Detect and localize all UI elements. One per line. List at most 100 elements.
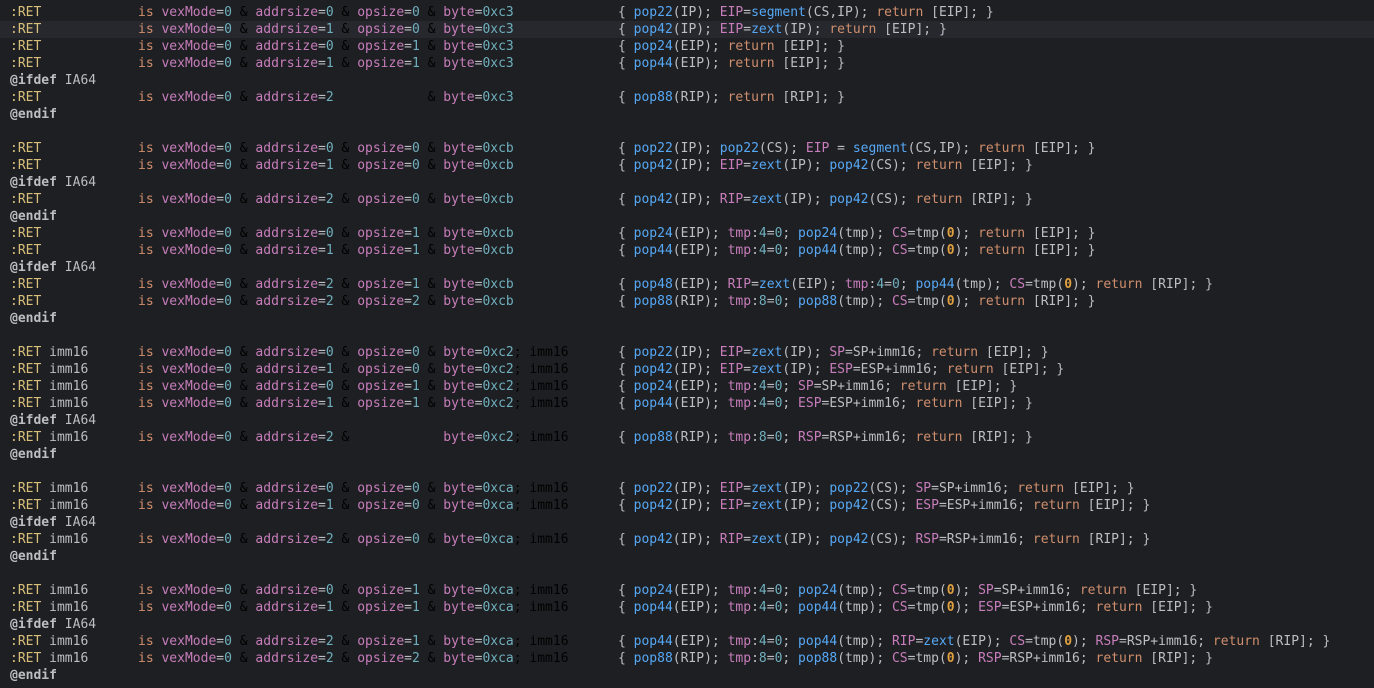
semantic-body: { pop88(RIP); return [RIP]; } xyxy=(618,90,846,105)
semantic-body: { pop42(IP); EIP=zext(IP); pop42(CS); re… xyxy=(618,158,1033,173)
code-line[interactable]: :RET is vexMode=0 & addrsize=2 & opsize=2… xyxy=(0,293,1374,310)
constructor-label: :RET xyxy=(10,158,42,173)
code-line[interactable]: :RET imm16 is vexMode=0 & addrsize=1 & op… xyxy=(0,599,1374,616)
semantic-body: { pop42(IP); EIP=zext(IP); return [EIP];… xyxy=(618,22,947,37)
code-line[interactable]: :RET imm16 is vexMode=0 & addrsize=0 & op… xyxy=(0,582,1374,599)
code-line[interactable]: :RET imm16 is vexMode=0 & addrsize=0 & op… xyxy=(0,344,1374,361)
code-line[interactable]: @endif xyxy=(0,667,1374,684)
blank-line[interactable] xyxy=(0,327,1374,344)
constructor-label: :RET xyxy=(10,277,42,292)
code-line[interactable]: :RET imm16 is vexMode=0 & addrsize=0 & op… xyxy=(0,378,1374,395)
code-line[interactable]: :RET imm16 is vexMode=0 & addrsize=0 & op… xyxy=(0,480,1374,497)
code-line[interactable]: @ifdef IA64 xyxy=(0,412,1374,429)
constructor-label: :RET imm16 xyxy=(10,600,89,615)
code-line[interactable]: :RET imm16 is vexMode=0 & addrsize=1 & op… xyxy=(0,395,1374,412)
code-line[interactable]: :RET is vexMode=0 & addrsize=0 & opsize=0… xyxy=(0,140,1374,157)
preprocessor-directive: @ifdef IA64 xyxy=(10,617,97,632)
constructor-label: :RET xyxy=(10,56,42,71)
code-line[interactable]: :RET is vexMode=0 & addrsize=1 & opsize=0… xyxy=(0,21,1374,38)
code-line[interactable]: :RET is vexMode=0 & addrsize=1 & opsize=1… xyxy=(0,55,1374,72)
code-line[interactable]: :RET is vexMode=0 & addrsize=0 & opsize=1… xyxy=(0,225,1374,242)
blank-line[interactable] xyxy=(0,565,1374,582)
code-line[interactable]: :RET imm16 is vexMode=0 & addrsize=1 & op… xyxy=(0,361,1374,378)
preprocessor-directive: @ifdef IA64 xyxy=(10,515,97,530)
constructor-label: :RET imm16 xyxy=(10,634,89,649)
semantic-body: { pop42(IP); EIP=zext(IP); pop42(CS); ES… xyxy=(618,498,1151,513)
semantic-body: { pop44(EIP); return [EIP]; } xyxy=(618,56,846,71)
constructor-label: :RET imm16 xyxy=(10,362,89,377)
code-line[interactable]: :RET imm16 is vexMode=0 & addrsize=2 & op… xyxy=(0,531,1374,548)
preprocessor-directive: @endif xyxy=(10,549,57,564)
code-line[interactable]: :RET imm16 is vexMode=0 & addrsize=2 & op… xyxy=(0,650,1374,667)
code-line[interactable]: @endif xyxy=(0,310,1374,327)
semantic-body: { pop22(IP); pop22(CS); EIP = segment(CS… xyxy=(618,141,1096,156)
code-line[interactable]: @endif xyxy=(0,548,1374,565)
code-line[interactable]: :RET imm16 is vexMode=0 & addrsize=2 & by… xyxy=(0,429,1374,446)
code-editor[interactable]: :RET is vexMode=0 & addrsize=0 & opsize=0… xyxy=(0,0,1374,688)
constraint-expression: is vexMode=0 & addrsize=2 & opsize=1 & b… xyxy=(138,277,514,292)
semantic-body: { pop22(IP); EIP=segment(CS,IP); return … xyxy=(618,5,994,20)
code-line[interactable]: :RET is vexMode=0 & addrsize=2 & opsize=0… xyxy=(0,191,1374,208)
constraint-expression: is vexMode=0 & addrsize=1 & opsize=1 & b… xyxy=(138,56,514,71)
constructor-label: :RET imm16 xyxy=(10,481,89,496)
semantic-body: { pop44(EIP); tmp:4=0; pop44(tmp); CS=tm… xyxy=(618,243,1096,258)
semantic-body: { pop24(EIP); return [EIP]; } xyxy=(618,39,846,54)
constructor-label: :RET xyxy=(10,243,42,258)
constraint-expression: is vexMode=0 & addrsize=2 & byte=0xc2; i… xyxy=(138,430,569,445)
code-line[interactable]: @endif xyxy=(0,208,1374,225)
constructor-label: :RET imm16 xyxy=(10,651,89,666)
constraint-expression: is vexMode=0 & addrsize=0 & opsize=0 & b… xyxy=(138,141,514,156)
semantic-body: { pop24(EIP); tmp:4=0; pop24(tmp); CS=tm… xyxy=(618,226,1096,241)
constraint-expression: is vexMode=0 & addrsize=1 & opsize=0 & b… xyxy=(138,362,569,377)
constraint-expression: is vexMode=0 & addrsize=2 & opsize=2 & b… xyxy=(138,294,514,309)
constructor-label: :RET imm16 xyxy=(10,498,89,513)
code-line[interactable]: :RET is vexMode=0 & addrsize=1 & opsize=1… xyxy=(0,242,1374,259)
constraint-expression: is vexMode=0 & addrsize=0 & opsize=1 & b… xyxy=(138,583,569,598)
preprocessor-directive: @ifdef IA64 xyxy=(10,73,97,88)
constructor-label: :RET xyxy=(10,192,42,207)
constructor-label: :RET xyxy=(10,141,42,156)
constructor-label: :RET xyxy=(10,226,42,241)
code-line[interactable]: :RET is vexMode=0 & addrsize=0 & opsize=0… xyxy=(0,4,1374,21)
code-line[interactable]: :RET imm16 is vexMode=0 & addrsize=1 & op… xyxy=(0,497,1374,514)
constraint-expression: is vexMode=0 & addrsize=0 & opsize=1 & b… xyxy=(138,379,569,394)
semantic-body: { pop22(IP); EIP=zext(IP); SP=SP+imm16; … xyxy=(618,345,1049,360)
preprocessor-directive: @ifdef IA64 xyxy=(10,260,97,275)
semantic-body: { pop48(EIP); RIP=zext(EIP); tmp:4=0; po… xyxy=(618,277,1213,292)
code-line[interactable]: @ifdef IA64 xyxy=(0,514,1374,531)
preprocessor-directive: @endif xyxy=(10,668,57,683)
preprocessor-directive: @endif xyxy=(10,311,57,326)
constructor-label: :RET imm16 xyxy=(10,345,89,360)
constructor-label: :RET imm16 xyxy=(10,532,89,547)
code-line[interactable]: :RET is vexMode=0 & addrsize=1 & opsize=0… xyxy=(0,157,1374,174)
constraint-expression: is vexMode=0 & addrsize=2 & opsize=0 & b… xyxy=(138,192,514,207)
semantic-body: { pop44(EIP); tmp:4=0; pop44(tmp); CS=tm… xyxy=(618,600,1213,615)
code-line[interactable]: :RET imm16 is vexMode=0 & addrsize=2 & op… xyxy=(0,633,1374,650)
code-line[interactable]: @ifdef IA64 xyxy=(0,616,1374,633)
code-line[interactable]: @ifdef IA64 xyxy=(0,259,1374,276)
code-line[interactable]: @endif xyxy=(0,106,1374,123)
semantic-body: { pop88(RIP); tmp:8=0; pop88(tmp); CS=tm… xyxy=(618,294,1096,309)
constraint-expression: is vexMode=0 & addrsize=0 & opsize=0 & b… xyxy=(138,5,514,20)
blank-line[interactable] xyxy=(0,463,1374,480)
constructor-label: :RET xyxy=(10,294,42,309)
constraint-expression: is vexMode=0 & addrsize=1 & opsize=1 & b… xyxy=(138,600,569,615)
code-line[interactable]: @endif xyxy=(0,446,1374,463)
constructor-label: :RET xyxy=(10,90,42,105)
constraint-expression: is vexMode=0 & addrsize=1 & opsize=0 & b… xyxy=(138,158,514,173)
code-line[interactable]: @ifdef IA64 xyxy=(0,174,1374,191)
code-line[interactable]: :RET is vexMode=0 & addrsize=2 & opsize=1… xyxy=(0,276,1374,293)
code-line[interactable]: @ifdef IA64 xyxy=(0,72,1374,89)
preprocessor-directive: @endif xyxy=(10,107,57,122)
constructor-label: :RET xyxy=(10,5,42,20)
constraint-expression: is vexMode=0 & addrsize=0 & opsize=1 & b… xyxy=(138,226,514,241)
constructor-label: :RET imm16 xyxy=(10,583,89,598)
code-line[interactable]: :RET is vexMode=0 & addrsize=2 & byte=0xc… xyxy=(0,89,1374,106)
constraint-expression: is vexMode=0 & addrsize=0 & opsize=1 & b… xyxy=(138,39,514,54)
constraint-expression: is vexMode=0 & addrsize=2 & opsize=2 & b… xyxy=(138,651,569,666)
semantic-body: { pop88(RIP); tmp:8=0; pop88(tmp); CS=tm… xyxy=(618,651,1213,666)
code-line[interactable]: :RET is vexMode=0 & addrsize=0 & opsize=1… xyxy=(0,38,1374,55)
blank-line[interactable] xyxy=(0,123,1374,140)
constraint-expression: is vexMode=0 & addrsize=1 & opsize=1 & b… xyxy=(138,396,569,411)
constraint-expression: is vexMode=0 & addrsize=1 & opsize=1 & b… xyxy=(138,243,514,258)
